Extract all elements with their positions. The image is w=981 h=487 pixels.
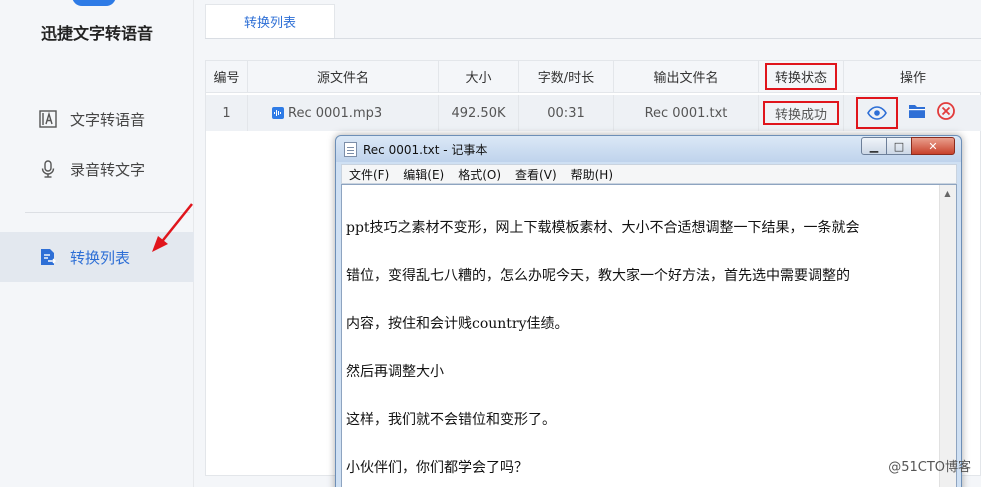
- open-folder-button[interactable]: [908, 103, 926, 123]
- notepad-doc-icon: [344, 141, 357, 157]
- delete-button[interactable]: [936, 101, 956, 125]
- close-button[interactable]: ✕: [911, 137, 955, 155]
- row-source-name: Rec 0001.mp3: [288, 105, 383, 121]
- maximize-button[interactable]: □: [886, 137, 912, 155]
- audio-file-icon: [272, 107, 284, 119]
- text-line: ppt技巧之素材不变形，网上下载模板素材、大小不合适想调整一下结果，一条就会: [346, 220, 860, 236]
- header-output: 输出文件名: [614, 61, 759, 92]
- tab-convert-list[interactable]: 转换列表: [205, 4, 335, 38]
- menu-format[interactable]: 格式(O): [451, 166, 508, 183]
- row-duration: 00:31: [519, 95, 614, 131]
- sidebar-item-text-to-speech[interactable]: 文字转语音: [0, 94, 194, 144]
- delete-circle-icon: [937, 102, 955, 120]
- scroll-up-icon[interactable]: ▲: [939, 185, 956, 202]
- microphone-icon: [38, 159, 58, 179]
- menu-file[interactable]: 文件(F): [342, 166, 396, 183]
- annotation-arrow: [152, 203, 193, 252]
- notepad-titlebar[interactable]: Rec 0001.txt - 记事本 ▁ □ ✕: [336, 136, 961, 162]
- app-logo: [72, 0, 116, 6]
- sidebar-item-label: 转换列表: [70, 248, 131, 267]
- folder-icon: [909, 105, 925, 118]
- header-index: 编号: [206, 61, 248, 92]
- row-source: Rec 0001.mp3: [248, 95, 439, 131]
- notepad-title: Rec 0001.txt - 记事本: [363, 142, 488, 157]
- table-row[interactable]: 1 Rec 0001.mp3 492.50K 00:31 Rec 0001.tx…: [206, 95, 981, 131]
- sidebar-item-label: 录音转文字: [70, 160, 146, 179]
- notepad-content: ppt技巧之素材不变形，网上下载模板素材、大小不合适想调整一下结果，一条就会 错…: [346, 188, 936, 487]
- notepad-window: Rec 0001.txt - 记事本 ▁ □ ✕ 文件(F) 编辑(E) 格式(…: [335, 135, 962, 487]
- text-box-icon: [38, 109, 58, 129]
- eye-icon: [867, 106, 887, 120]
- header-source: 源文件名: [248, 61, 439, 92]
- preview-button[interactable]: [856, 97, 898, 129]
- notepad-menubar: 文件(F) 编辑(E) 格式(O) 查看(V) 帮助(H): [341, 164, 957, 184]
- header-actions: 操作: [899, 71, 926, 86]
- menu-view[interactable]: 查看(V): [508, 166, 564, 183]
- text-line: 内容，按住和会计贱country佳绩。: [346, 316, 569, 332]
- app-title: 迅捷文字转语音: [40, 24, 153, 43]
- row-actions: [844, 95, 981, 131]
- menu-help[interactable]: 帮助(H): [564, 166, 620, 183]
- header-size: 大小: [439, 61, 519, 92]
- menu-edit[interactable]: 编辑(E): [396, 166, 451, 183]
- convert-list-icon: [38, 247, 58, 267]
- header-status: 转换状态: [759, 61, 844, 92]
- sidebar-item-label: 文字转语音: [70, 110, 146, 129]
- vertical-scrollbar[interactable]: ▲: [939, 185, 956, 487]
- row-size: 492.50K: [439, 95, 519, 131]
- minimize-button[interactable]: ▁: [861, 137, 887, 155]
- header-status-label: 转换状态: [764, 63, 837, 90]
- watermark: @51CTO博客: [888, 460, 971, 475]
- text-line: 错位，变得乱七八糟的，怎么办呢今天，教大家一个好方法，首先选中需要调整的: [346, 268, 850, 284]
- window-controls: ▁ □ ✕: [861, 137, 955, 155]
- text-line: 然后再调整大小: [346, 364, 444, 380]
- row-index: 1: [206, 95, 248, 131]
- table-header: 编号 源文件名 大小 字数/时长 输出文件名 转换状态 操作: [206, 61, 981, 93]
- header-duration: 字数/时长: [519, 61, 614, 92]
- tab-underline: [205, 38, 981, 39]
- text-line: 这样，我们就不会错位和变形了。: [346, 412, 556, 428]
- status-badge: 转换成功: [762, 101, 839, 125]
- notepad-text-area[interactable]: ppt技巧之素材不变形，网上下载模板素材、大小不合适想调整一下结果，一条就会 错…: [341, 184, 957, 487]
- sidebar-item-speech-to-text[interactable]: 录音转文字: [0, 144, 194, 194]
- row-output: Rec 0001.txt: [614, 95, 759, 131]
- text-line: 小伙伴们，你们都学会了吗？: [346, 460, 528, 476]
- row-status: 转换成功: [759, 95, 844, 131]
